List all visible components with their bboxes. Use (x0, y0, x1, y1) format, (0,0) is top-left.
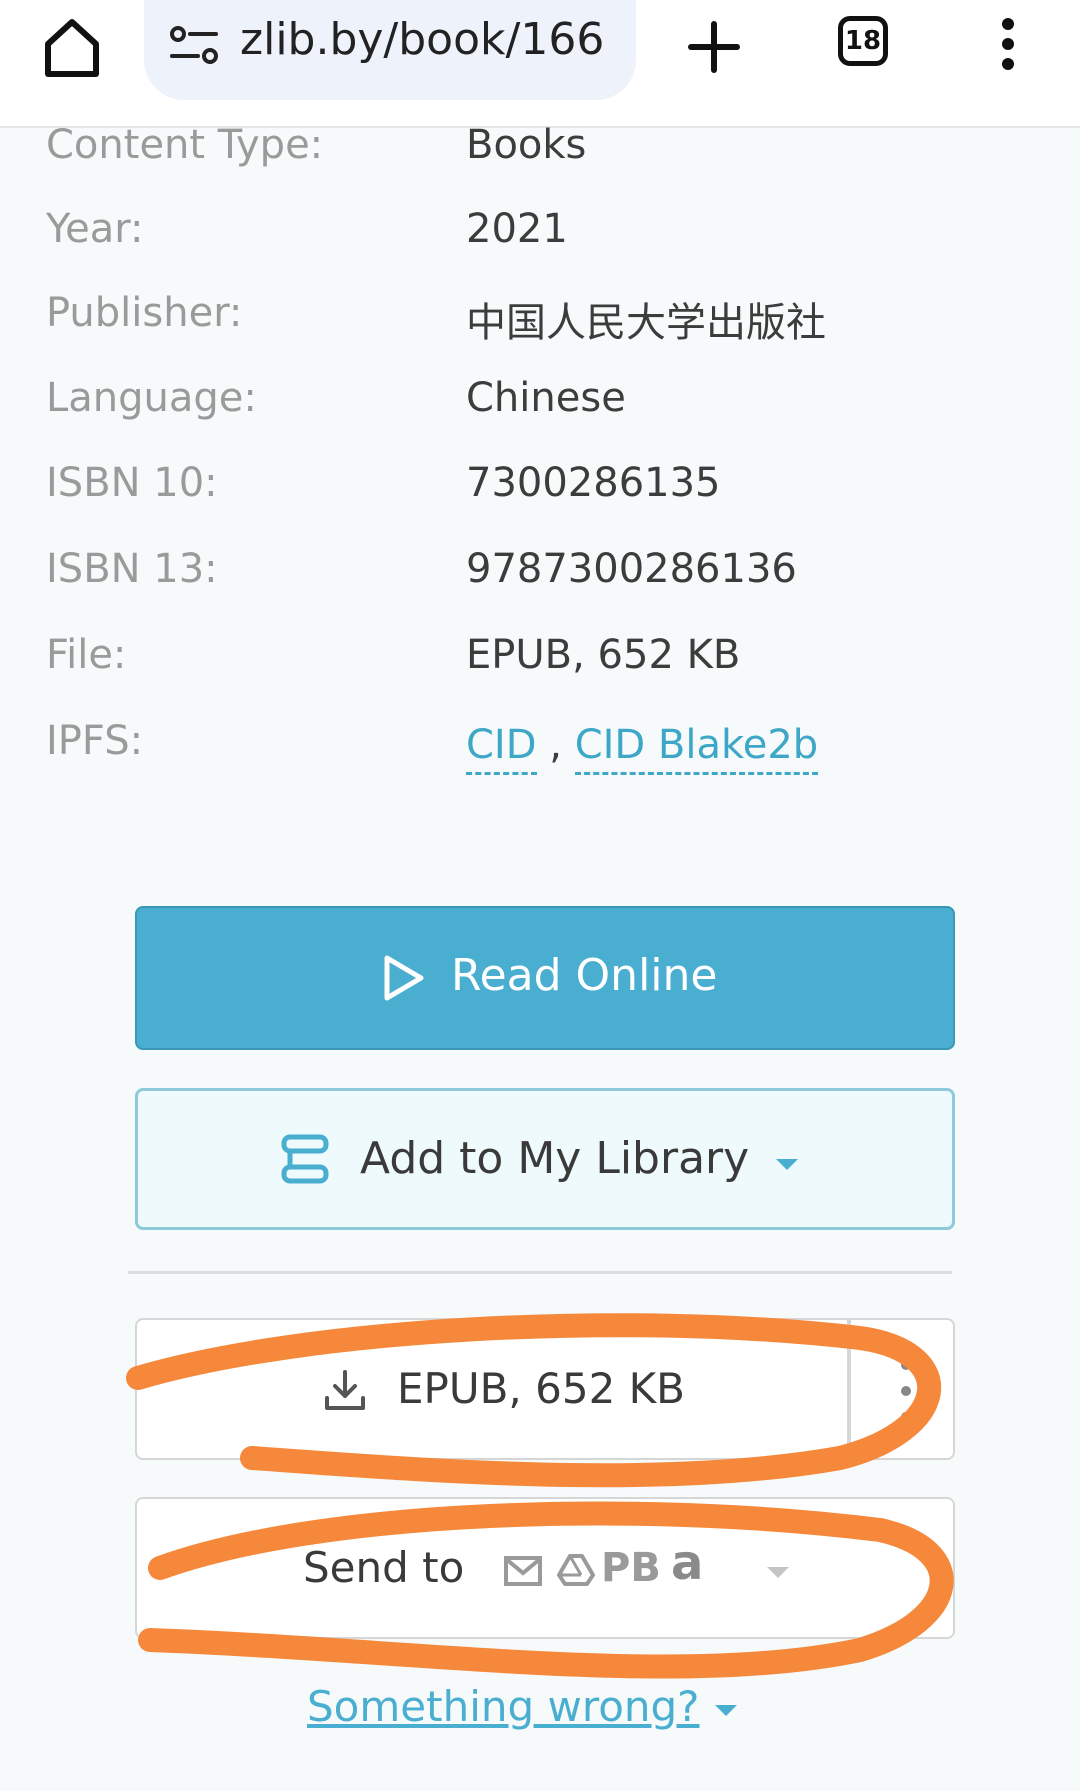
new-tab-icon[interactable] (684, 12, 744, 80)
cid-blake2b-link[interactable]: CID Blake2b (574, 722, 819, 775)
read-online-label: Read Online (451, 950, 718, 1001)
detail-value: 9787300286136 (466, 546, 797, 592)
report-problem-label: Something wrong? (307, 1682, 700, 1731)
detail-value: 中国人民大学出版社 (466, 300, 826, 346)
read-online-button[interactable]: Read Online (135, 906, 955, 1050)
detail-row-content-type: Content Type: Books (0, 122, 1080, 182)
detail-label: Content Type: (46, 122, 324, 168)
more-dot-icon (901, 1360, 911, 1370)
detail-label: File: (46, 632, 127, 678)
pocketbook-icon: PB (601, 1545, 661, 1591)
send-to-label: Send to (303, 1543, 465, 1592)
detail-label: IPFS: (46, 718, 144, 764)
add-to-library-button[interactable]: Add to My Library (135, 1088, 955, 1230)
detail-row-isbn13: ISBN 13: 9787300286136 (0, 546, 1080, 606)
detail-label: ISBN 10: (46, 460, 218, 506)
detail-row-ipfs: IPFS: CID , CID Blake2b (0, 718, 1080, 778)
cid-link[interactable]: CID (466, 722, 537, 775)
tab-switcher-button[interactable]: 18 (838, 16, 888, 66)
detail-label: Year: (46, 206, 144, 252)
ipfs-separator: , (549, 722, 562, 768)
library-icon (281, 1134, 329, 1184)
email-icon (504, 1556, 542, 1586)
send-to-button[interactable]: Send to PB a (135, 1497, 955, 1639)
more-options-icon[interactable] (990, 16, 1026, 72)
google-drive-icon (557, 1554, 595, 1586)
detail-label: Language: (46, 375, 257, 421)
download-label: EPUB, 652 KB (397, 1364, 685, 1413)
address-bar[interactable]: zlib.by/book/166 (144, 0, 636, 100)
detail-label: Publisher: (46, 290, 243, 336)
ipfs-links: CID , CID Blake2b (466, 722, 819, 775)
url-text[interactable]: zlib.by/book/166 (240, 14, 620, 65)
home-icon[interactable] (38, 14, 106, 82)
report-problem-link[interactable]: Something wrong? (307, 1682, 739, 1731)
more-dot-icon (901, 1386, 911, 1396)
add-to-library-label: Add to My Library (360, 1133, 750, 1184)
browser-toolbar: zlib.by/book/166 18 (0, 0, 1080, 128)
detail-row-publisher: Publisher: 中国人民大学出版社 (0, 290, 1080, 350)
detail-value: 2021 (466, 206, 568, 252)
play-icon (384, 955, 424, 1001)
chevron-down-icon[interactable] (774, 1157, 800, 1171)
download-options-button[interactable] (849, 1318, 955, 1460)
more-dot-icon (901, 1412, 911, 1422)
detail-value: Chinese (466, 375, 626, 421)
chevron-down-icon[interactable] (765, 1565, 791, 1579)
detail-row-isbn10: ISBN 10: 7300286135 (0, 460, 1080, 520)
detail-label: ISBN 13: (46, 546, 218, 592)
amazon-icon: a (671, 1535, 704, 1591)
chevron-down-icon (715, 1704, 738, 1716)
detail-value: EPUB, 652 KB (466, 632, 741, 678)
detail-row-file: File: EPUB, 652 KB (0, 632, 1080, 692)
detail-value: 7300286135 (466, 460, 721, 506)
detail-row-year: Year: 2021 (0, 206, 1080, 266)
site-settings-icon[interactable] (168, 24, 220, 68)
divider (128, 1271, 952, 1274)
download-epub-button[interactable]: EPUB, 652 KB (135, 1318, 849, 1460)
detail-row-language: Language: Chinese (0, 375, 1080, 435)
detail-value: Books (466, 122, 587, 168)
download-icon (325, 1370, 365, 1410)
